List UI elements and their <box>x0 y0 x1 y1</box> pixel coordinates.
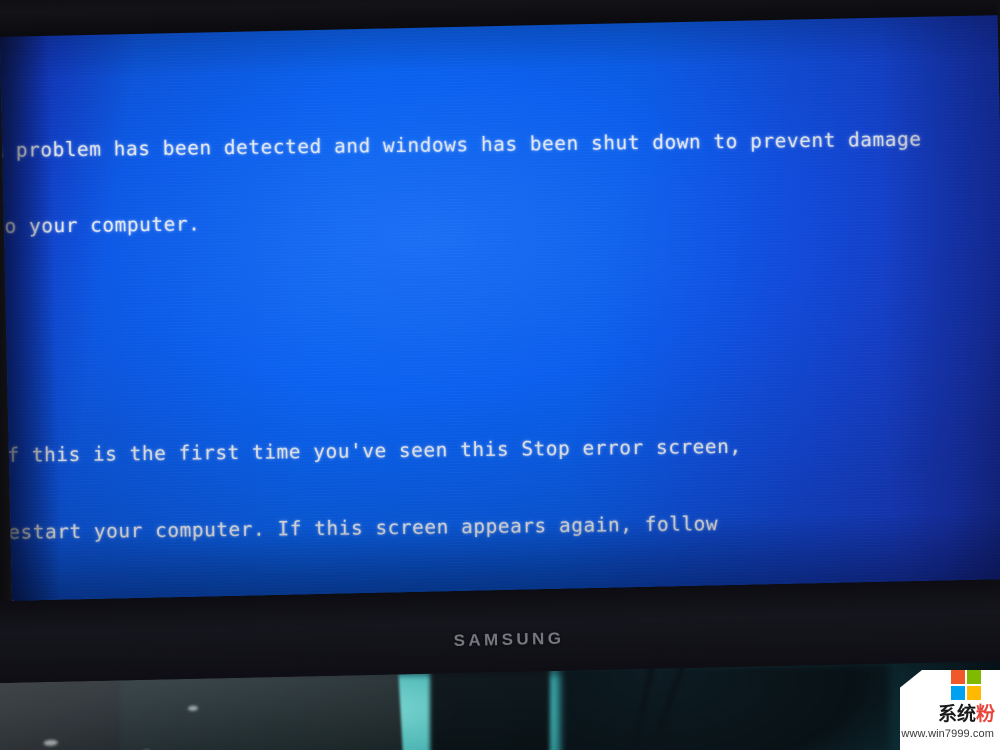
bsod-line: If this is the first time you've seen th… <box>0 434 742 467</box>
photo-of-monitor: A problem has been detected and windows … <box>0 0 1000 750</box>
bsod-line: to your computer. <box>0 212 201 238</box>
bsod-paragraph-intro: A problem has been detected and windows … <box>0 73 1000 290</box>
microsoft-logo-icon <box>951 670 981 700</box>
watermark-brand-hanzi: 系统 <box>937 703 976 725</box>
watermark-brand: 系统粉 <box>938 705 995 724</box>
watermark-url: www.win7999.com <box>901 728 994 740</box>
bsod-line: restart your computer. If this screen ap… <box>0 511 719 544</box>
desk-shadow <box>560 664 890 750</box>
samsung-monitor: A problem has been detected and windows … <box>0 0 1000 684</box>
bsod-message: A problem has been detected and windows … <box>0 7 1000 601</box>
logo-square-top-left <box>951 670 965 684</box>
logo-square-bottom-left <box>951 686 965 700</box>
bsod-line: A problem has been detected and windows … <box>0 127 922 162</box>
bsod-paragraph-first-time: If this is the first time you've seen th… <box>0 379 1000 601</box>
samsung-brand-logo: SAMSUNG <box>453 628 565 651</box>
monitor-screen: A problem has been detected and windows … <box>0 7 1000 601</box>
logo-square-top-right <box>967 670 981 684</box>
watermark-brand-fen: 粉 <box>975 703 995 725</box>
logo-square-bottom-right <box>967 686 981 700</box>
